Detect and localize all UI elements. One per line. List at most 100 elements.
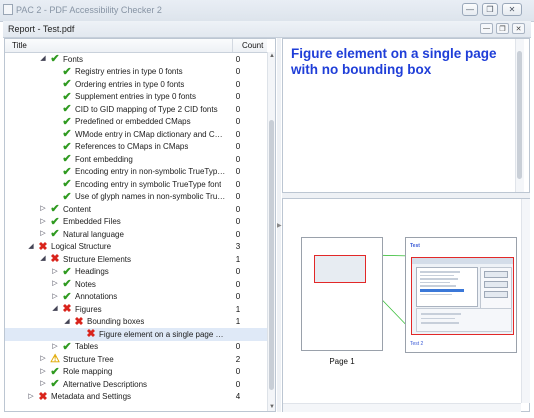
tree-row[interactable]: ◢ ✔ Fonts 0 (5, 53, 267, 66)
tree-row[interactable]: ▷ ✔ Headings 0 (5, 266, 267, 279)
tree-row[interactable]: ▷ ✔ Annotations 0 (5, 291, 267, 304)
tree-row[interactable]: ✔ Predefined or embedded CMaps 0 (5, 116, 267, 129)
tree-row[interactable]: ▷ ✖ Metadata and Settings 4 (5, 391, 267, 404)
expand-arrow-icon[interactable]: ▷ (51, 280, 59, 288)
tree-row[interactable]: ▷ ⚠ Structure Tree 2 (5, 353, 267, 366)
detail-scrollbar[interactable] (515, 39, 524, 192)
tree-header: Title Count (5, 39, 267, 53)
splitter-arrow-icon[interactable]: ▶ (277, 222, 282, 230)
report-titlebar: Report - Test.pdf — ❐ ✕ (3, 21, 531, 38)
column-header-title[interactable]: Title (12, 41, 27, 50)
close-button[interactable]: ✕ (502, 3, 522, 16)
detail-title: Figure element on a single page with no … (291, 46, 497, 77)
expand-arrow-icon[interactable]: ▷ (51, 268, 59, 276)
restore-button[interactable]: ❐ (482, 3, 498, 16)
tree-row[interactable]: ▷ ✔ Alternative Descriptions 0 (5, 378, 267, 391)
tree-row-count: 0 (235, 79, 241, 89)
scroll-up-icon[interactable]: ▲ (268, 52, 275, 60)
report-close-button[interactable]: ✕ (512, 23, 525, 34)
tree-row-count: 0 (235, 154, 241, 164)
tree-row-count: 1 (235, 317, 241, 326)
tree-row[interactable]: ✔ Use of glyph names in non-symbolic True… (5, 191, 267, 204)
check-icon: ✔ (62, 90, 72, 103)
figure-options (416, 308, 512, 332)
tree-row[interactable]: ▷ ✔ Natural language 0 (5, 228, 267, 241)
collapse-arrow-icon[interactable]: ◢ (39, 255, 47, 263)
tree-row[interactable]: ✔WMode entry in CMap dictionary and CMap… (5, 128, 267, 141)
tree-row[interactable]: ✔ Encoding entry in non-symbolic TrueType… (5, 166, 267, 179)
collapse-arrow-icon[interactable]: ◢ (51, 305, 59, 313)
preview-horizontal-scrollbar[interactable] (283, 403, 521, 412)
tree-row-label: Alternative Descriptions (63, 379, 148, 389)
tree-row[interactable]: ◢ ✖ Logical Structure 3 (5, 241, 267, 254)
column-header-count[interactable]: Count (242, 41, 263, 50)
tree-row-label: Natural language (63, 229, 124, 239)
tree-scrollbar[interactable]: ▲ ▼ (267, 52, 275, 411)
tree-row[interactable]: ▷ ✔ Content 0 (5, 203, 267, 216)
expand-arrow-icon[interactable]: ▷ (39, 380, 47, 388)
tree-row[interactable]: ✖Figure element on a single page with no… (5, 328, 267, 341)
tree-row[interactable]: ✔ Font embedding 0 (5, 153, 267, 166)
tree-row[interactable]: ✔ Supplement entries in type 0 fonts 0 (5, 91, 267, 104)
tree-row-count: 0 (235, 204, 241, 214)
tree-row[interactable]: ◢ ✖ Figures 1 (5, 303, 267, 316)
check-icon: ✔ (50, 378, 60, 390)
tree-row-count: 0 (235, 292, 241, 301)
tree-row[interactable]: ✔ Registry entries in type 0 fonts 0 (5, 66, 267, 79)
error-icon: ✖ (86, 328, 96, 340)
tree-row[interactable]: ✔ CID to GID mapping of Type 2 CID fonts 0 (5, 103, 267, 116)
tree-row-count: 0 (235, 342, 241, 351)
collapse-arrow-icon[interactable]: ◢ (39, 55, 47, 63)
collapse-arrow-icon[interactable]: ◢ (27, 243, 35, 251)
preview-panel: Page 1 Test Test 2 (282, 198, 530, 412)
tree-row[interactable]: ✔ Ordering entries in type 0 fonts 0 (5, 78, 267, 91)
tree-row-label: Tables (75, 342, 99, 351)
page-thumbnail[interactable] (301, 237, 383, 351)
expand-arrow-icon[interactable]: ▷ (39, 230, 47, 238)
tree-row[interactable]: ✔ Encoding entry in symbolic TrueType fon… (5, 178, 267, 191)
report-restore-button[interactable]: ❐ (496, 23, 509, 34)
expand-arrow-icon[interactable]: ▷ (51, 343, 59, 351)
tree-row-label: Ordering entries in type 0 fonts (75, 79, 185, 89)
check-icon: ✔ (50, 365, 60, 378)
tree-row-count: 0 (235, 217, 241, 226)
minimize-button[interactable]: — (462, 3, 478, 16)
detail-scroll-thumb[interactable] (517, 51, 522, 179)
tree-row-label: Fonts (63, 54, 84, 64)
tree-row-label: Logical Structure (51, 242, 112, 251)
report-minimize-button[interactable]: — (480, 23, 493, 34)
check-icon: ✔ (62, 128, 72, 140)
tree-row-count: 0 (235, 279, 241, 289)
expand-arrow-icon[interactable]: ▷ (51, 293, 59, 301)
tree-row[interactable]: ◢ ✖ Bounding boxes 1 (5, 316, 267, 329)
tree-row-count: 0 (235, 367, 241, 376)
expand-arrow-icon[interactable]: ▷ (39, 368, 47, 376)
tree-row[interactable]: ▷ ✔ Tables 0 (5, 341, 267, 354)
expand-arrow-icon[interactable]: ▷ (39, 205, 47, 213)
tree-row-count: 0 (235, 167, 241, 176)
figure-highlight-box (411, 257, 514, 335)
preview-vertical-scrollbar[interactable] (521, 199, 530, 403)
tree-row-label: Supplement entries in type 0 fonts (75, 92, 196, 101)
tree-row-label: Structure Elements (63, 254, 132, 264)
figure-window-titlebar (412, 258, 513, 264)
tree-scroll-thumb[interactable] (269, 120, 274, 390)
tree-row[interactable]: ▷ ✔ Embedded Files 0 (5, 216, 267, 229)
collapse-arrow-icon[interactable]: ◢ (63, 318, 71, 326)
expand-arrow-icon[interactable]: ▷ (39, 218, 47, 226)
column-divider[interactable] (232, 39, 233, 52)
expand-arrow-icon[interactable]: ▷ (27, 393, 35, 401)
report-tree: Title Count ◢ ✔ Fonts 0 ✔ Registry entries in… (4, 38, 276, 412)
page-label: Page 1 (329, 357, 355, 366)
zoomed-page[interactable]: Test Test 2 (405, 237, 517, 353)
tree-row[interactable]: ▷ ✔ Notes 0 (5, 278, 267, 291)
close-icon: ✕ (508, 5, 516, 14)
tree-row[interactable]: ▷ ✔ Role mapping 0 (5, 366, 267, 379)
tree-row[interactable]: ✔ References to CMaps in CMaps 0 (5, 141, 267, 154)
tree-row[interactable]: ◢ ✖ Structure Elements 1 (5, 253, 267, 266)
detail-panel: Figure element on a single page with no … (282, 38, 530, 193)
expand-arrow-icon[interactable]: ▷ (39, 355, 47, 363)
tree-row-label: Predefined or embedded CMaps (75, 117, 191, 126)
scroll-down-icon[interactable]: ▼ (268, 403, 275, 411)
tree-row-label: WMode entry in CMap dictionary and CMap … (75, 129, 227, 139)
